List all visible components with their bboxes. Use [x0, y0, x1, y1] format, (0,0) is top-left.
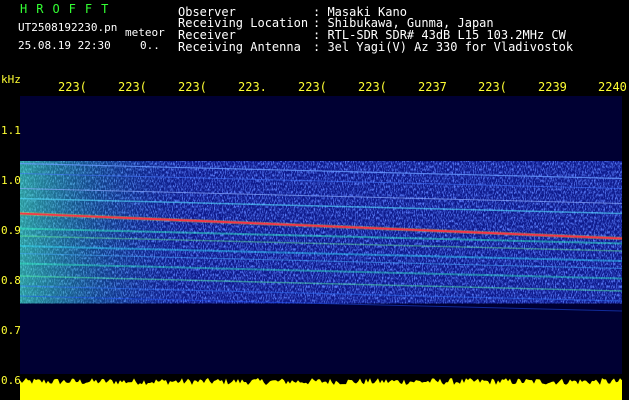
x-tick-label: 223( — [358, 80, 387, 94]
x-tick-label: 2239 — [538, 80, 567, 94]
hrofft-window: HROFFT UT2508192230.pn meteor 25.08.19 2… — [0, 0, 629, 400]
y-tick-label: 0.9 — [1, 224, 21, 237]
y-tick-label: 0.8 — [1, 274, 21, 287]
x-tick-label: 2240 — [598, 80, 627, 94]
x-tick-label: 2237 — [418, 80, 447, 94]
x-tick-label: 223( — [298, 80, 327, 94]
x-tick-label: 223( — [118, 80, 147, 94]
y-axis-unit: kHz — [1, 73, 21, 86]
y-tick-label: 1.1 — [1, 124, 21, 137]
spectrogram-plot — [19, 96, 623, 400]
bottom-noise-shape — [20, 378, 622, 400]
active-band — [20, 161, 622, 304]
x-tick-label: 223. — [238, 80, 267, 94]
x-tick-label: 223( — [58, 80, 87, 94]
x-tick-label: 223( — [178, 80, 207, 94]
y-tick-label: 0.7 — [1, 324, 21, 337]
bottom-noise-band — [20, 378, 622, 400]
y-tick-label: 0.6 — [1, 374, 21, 387]
y-tick-label: 1.0 — [1, 174, 21, 187]
x-tick-label: 223( — [478, 80, 507, 94]
band-left-glow — [20, 161, 622, 304]
